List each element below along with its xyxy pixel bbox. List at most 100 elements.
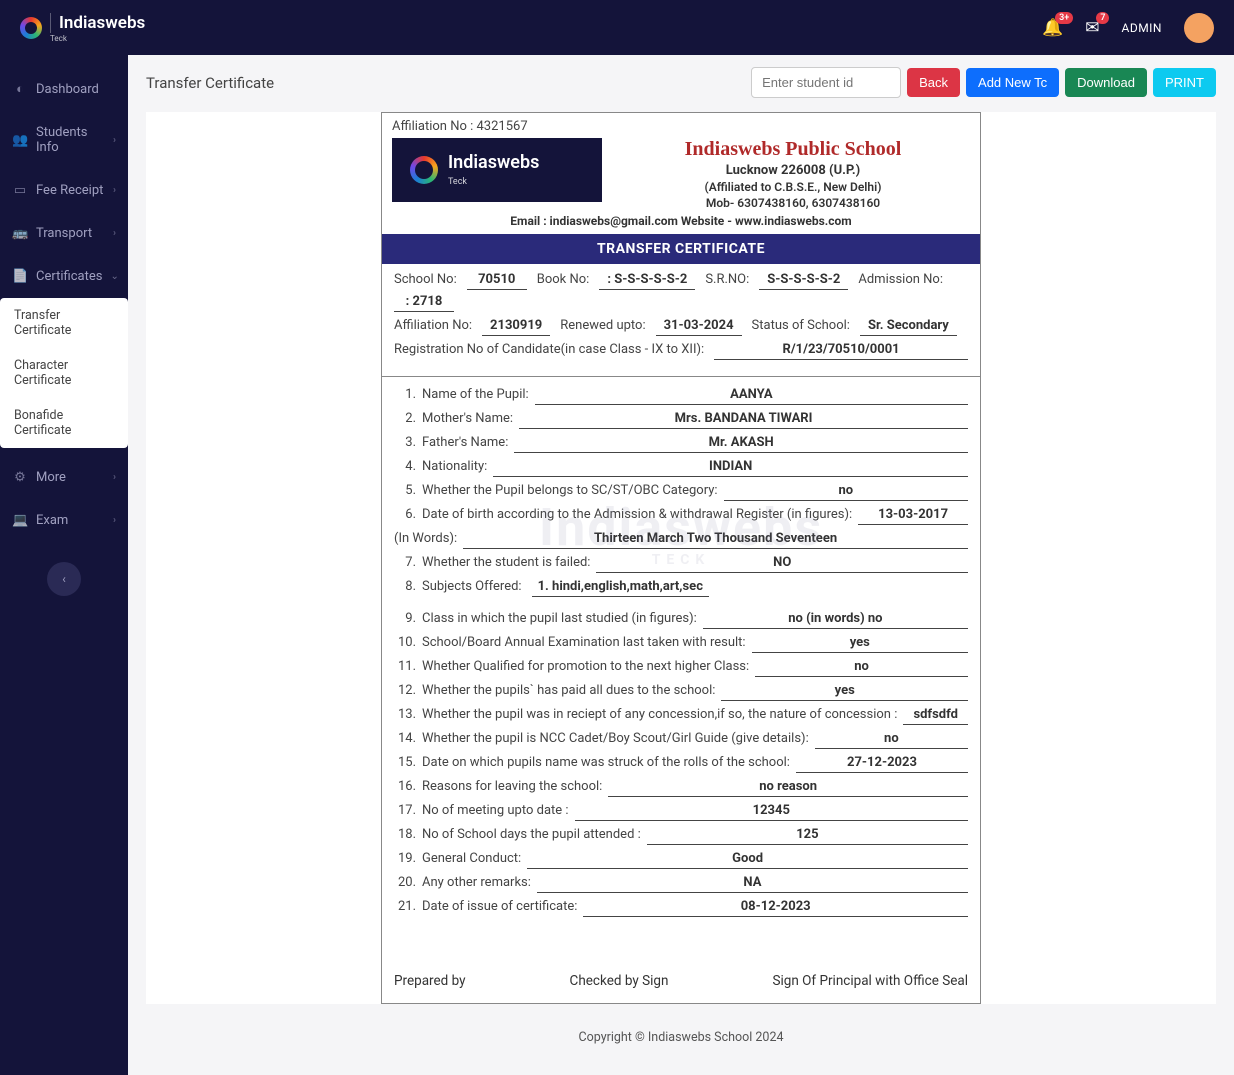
field-number: 7. <box>394 555 416 570</box>
field-value: NO <box>596 555 968 573</box>
field-label: Whether the Pupil belongs to SC/ST/OBC C… <box>422 483 718 498</box>
field-label: No of School days the pupil attended : <box>422 827 641 842</box>
certificates-submenu: Transfer Certificate Character Certifica… <box>0 298 128 448</box>
meta-label: School No: <box>394 272 457 287</box>
nav-fee-receipt[interactable]: ▭Fee Receipt › <box>0 169 128 212</box>
brand-name: Indiaswebs <box>50 13 145 33</box>
field-number: 10. <box>394 635 416 650</box>
school-name: Indiaswebs Public School <box>616 138 970 161</box>
field-number: 2. <box>394 411 416 426</box>
chevron-right-icon: › <box>113 185 116 196</box>
field-number: 3. <box>394 435 416 450</box>
field-value: yes <box>752 635 968 653</box>
submenu-transfer-certificate[interactable]: Transfer Certificate <box>0 298 128 348</box>
field-label: Class in which the pupil last studied (i… <box>422 611 697 626</box>
nav-exam[interactable]: 💻Exam › <box>0 499 128 542</box>
field-number: 17. <box>394 803 416 818</box>
field-label: Any other remarks: <box>422 875 531 890</box>
meta-value: Sr. Secondary <box>860 318 957 336</box>
search-input[interactable] <box>751 67 901 98</box>
nav-students-info[interactable]: 👥Students Info › <box>0 111 128 169</box>
field-label: General Conduct: <box>422 851 521 866</box>
field-number: 20. <box>394 875 416 890</box>
brand[interactable]: Indiaswebs Teck <box>20 13 145 43</box>
topbar: Indiaswebs Teck 🔔3+ ✉7 ADMIN <box>0 0 1234 55</box>
cert-field: 20.Any other remarks:NA <box>394 875 968 893</box>
print-button[interactable]: PRINT <box>1153 68 1216 97</box>
meta-value: 70510 <box>467 272 527 290</box>
sign-prepared: Prepared by <box>394 973 466 989</box>
download-button[interactable]: Download <box>1065 68 1147 97</box>
meta-value: 2130919 <box>482 318 550 336</box>
logo-text: Indiaswebs <box>448 152 539 173</box>
chevron-right-icon: › <box>113 472 116 483</box>
field-value: 125 <box>647 827 968 845</box>
field-label: Date of issue of certificate: <box>422 899 577 914</box>
field-label: School/Board Annual Examination last tak… <box>422 635 746 650</box>
mail-icon[interactable]: ✉7 <box>1085 18 1099 38</box>
meta-value: : 2718 <box>394 294 454 312</box>
students-icon: 👥 <box>12 133 28 148</box>
nav-transport[interactable]: 🚌 Transport › <box>0 212 128 255</box>
chevron-right-icon: › <box>113 515 116 526</box>
cert-field: 1.Name of the Pupil:AANYA <box>394 387 968 405</box>
back-button[interactable]: Back <box>907 68 960 97</box>
field-number: 11. <box>394 659 416 674</box>
meta-label: Admission No: <box>858 272 943 287</box>
cert-field: 13.Whether the pupil was in reciept of a… <box>394 707 968 725</box>
sidebar-collapse-button[interactable]: ‹ <box>47 562 81 596</box>
cert-field: 2.Mother's Name:Mrs. BANDANA TIWARI <box>394 411 968 429</box>
meta-value: : S-S-S-S-S-2 <box>599 272 695 290</box>
exam-icon: 💻 <box>12 513 28 528</box>
field-value: no <box>724 483 968 501</box>
page-actions: Back Add New Tc Download PRINT <box>751 67 1216 98</box>
field-value: sdfsdfd <box>903 707 968 725</box>
school-header: Indiaswebs Public School Lucknow 226008 … <box>616 138 970 210</box>
transport-icon: 🚌 <box>12 226 28 241</box>
nav-label: Transport <box>36 226 92 241</box>
nav-dashboard[interactable]: ◐Dashboard <box>0 67 128 111</box>
certificate-container: Affiliation No : 4321567 IndiaswebsTeck … <box>146 112 1216 1004</box>
sidebar: ◐Dashboard 👥Students Info › ▭Fee Receipt… <box>0 55 128 1075</box>
field-label: Whether the student is failed: <box>422 555 590 570</box>
nav-more[interactable]: ⚙More › <box>0 456 128 499</box>
field-label: Whether Qualified for promotion to the n… <box>422 659 749 674</box>
field-value: Good <box>527 851 968 869</box>
cert-field: 9. Class in which the pupil last studied … <box>394 611 968 629</box>
meta-label: Renewed upto: <box>560 318 645 333</box>
field-number: 9. <box>394 611 416 626</box>
add-new-tc-button[interactable]: Add New Tc <box>966 68 1059 97</box>
user-label[interactable]: ADMIN <box>1121 21 1162 35</box>
chevron-down-icon: ⌄ <box>110 271 118 282</box>
field-label: Father's Name: <box>422 435 508 450</box>
field-label: Whether the pupil is NCC Cadet/Boy Scout… <box>422 731 809 746</box>
brand-sub: Teck <box>50 34 145 43</box>
chevron-right-icon: › <box>113 228 116 239</box>
main-content: Transfer Certificate Back Add New Tc Dow… <box>128 55 1234 1075</box>
avatar[interactable] <box>1184 13 1214 43</box>
cert-field: 19. General Conduct: Good <box>394 851 968 869</box>
field-label: Date on which pupils name was struck of … <box>422 755 790 770</box>
field-value: no <box>755 659 968 677</box>
bell-icon[interactable]: 🔔3+ <box>1042 18 1063 38</box>
meta-value: 31-03-2024 <box>656 318 742 336</box>
submenu-character-certificate[interactable]: Character Certificate <box>0 348 128 398</box>
field-number: 8. <box>394 579 416 594</box>
meta-label: Status of School: <box>752 318 850 333</box>
field-label: Reasons for leaving the school: <box>422 779 602 794</box>
field-value: Mr. AKASH <box>514 435 968 453</box>
field-value: Mrs. BANDANA TIWARI <box>519 411 968 429</box>
meta-label: Affiliation No: <box>394 318 472 333</box>
cert-field: 7. Whether the student is failed: NO <box>394 555 968 573</box>
field-label: No of meeting upto date : <box>422 803 569 818</box>
gear-icon: ⚙ <box>12 470 28 485</box>
field-number: 19. <box>394 851 416 866</box>
field-label: (In Words): <box>394 531 457 546</box>
subjects-row: 8. Subjects Offered: 1. hindi,english,ma… <box>394 579 968 597</box>
tc-banner: TRANSFER CERTIFICATE <box>382 234 980 264</box>
transfer-certificate: Affiliation No : 4321567 IndiaswebsTeck … <box>381 112 981 1004</box>
nav-certificates[interactable]: 📄Certificates ⌄ <box>0 255 128 298</box>
field-label: Whether the pupils` has paid all dues to… <box>422 683 715 698</box>
footer: Copyright © Indiaswebs School 2024 <box>146 1030 1216 1045</box>
submenu-bonafide-certificate[interactable]: Bonafide Certificate <box>0 398 128 448</box>
